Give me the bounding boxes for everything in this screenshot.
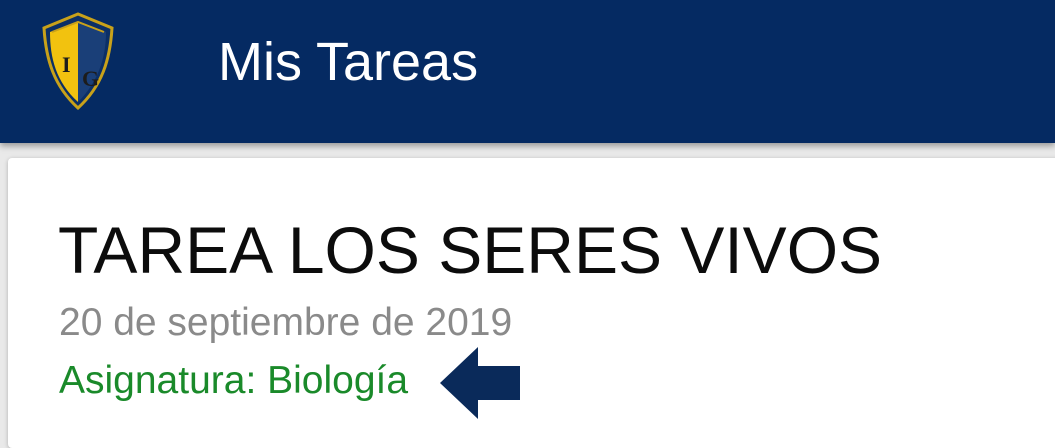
task-card[interactable]: TAREA LOS SERES VIVOS 20 de septiembre d… (8, 158, 1055, 448)
school-shield-logo: I G (42, 12, 114, 111)
arrow-left-icon (440, 347, 520, 419)
svg-text:I: I (62, 52, 71, 77)
app-title: Mis Tareas (218, 32, 479, 92)
task-date: 20 de septiembre de 2019 (59, 301, 513, 344)
app-bar: I G Mis Tareas (0, 0, 1055, 143)
task-subject: Asignatura: Biología (59, 359, 409, 402)
svg-text:G: G (82, 66, 99, 91)
task-title: TAREA LOS SERES VIVOS (58, 213, 883, 287)
